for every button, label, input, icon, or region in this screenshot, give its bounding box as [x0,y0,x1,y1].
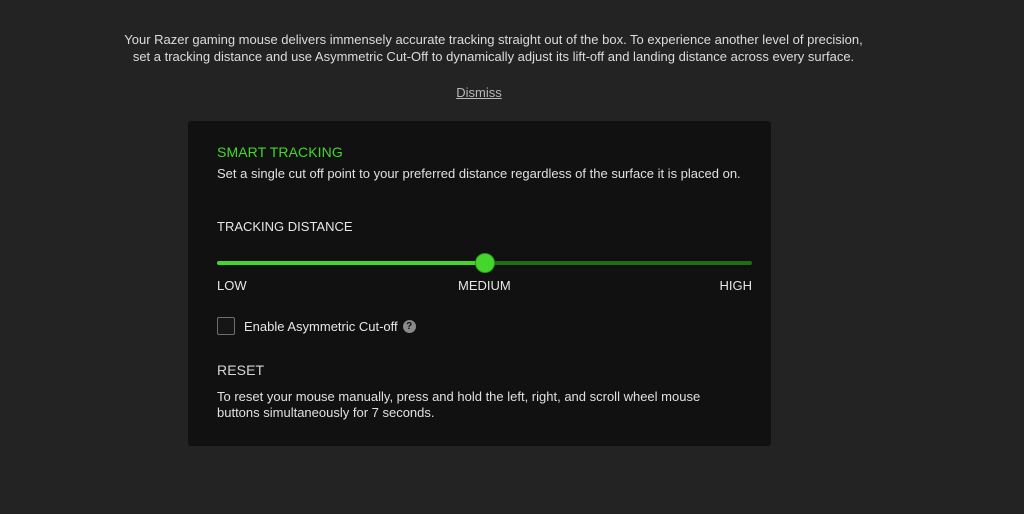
question-circle-icon[interactable]: ? [402,319,416,333]
reset-title: RESET [217,362,265,378]
asymmetric-cutoff-checkbox[interactable] [217,317,235,335]
intro-line-2: set a tracking distance and use Asymmetr… [132,49,855,64]
slider-fill [217,261,485,265]
dismiss-link[interactable]: Dismiss [0,85,958,100]
slider-medium-label: MEDIUM [458,278,511,293]
asymmetric-cutoff-label[interactable]: Enable Asymmetric Cut-off [244,319,398,334]
smart-tracking-title: SMART TRACKING [217,144,343,160]
smart-tracking-description: Set a single cut off point to your prefe… [217,166,741,181]
slider-low-label: LOW [217,278,247,293]
tracking-distance-label: TRACKING DISTANCE [217,219,353,234]
smart-tracking-panel: SMART TRACKING Set a single cut off poin… [188,121,771,446]
slider-high-label: HIGH [719,278,753,293]
tracking-distance-slider[interactable] [217,253,752,273]
reset-description: To reset your mouse manually, press and … [217,389,701,420]
intro-line-1: Your Razer gaming mouse delivers immense… [124,32,863,47]
intro-text: Your Razer gaming mouse delivers immense… [0,31,987,65]
slider-thumb[interactable] [475,254,494,272]
asymmetric-cutoff-row: Enable Asymmetric Cut-off ? [217,315,416,337]
